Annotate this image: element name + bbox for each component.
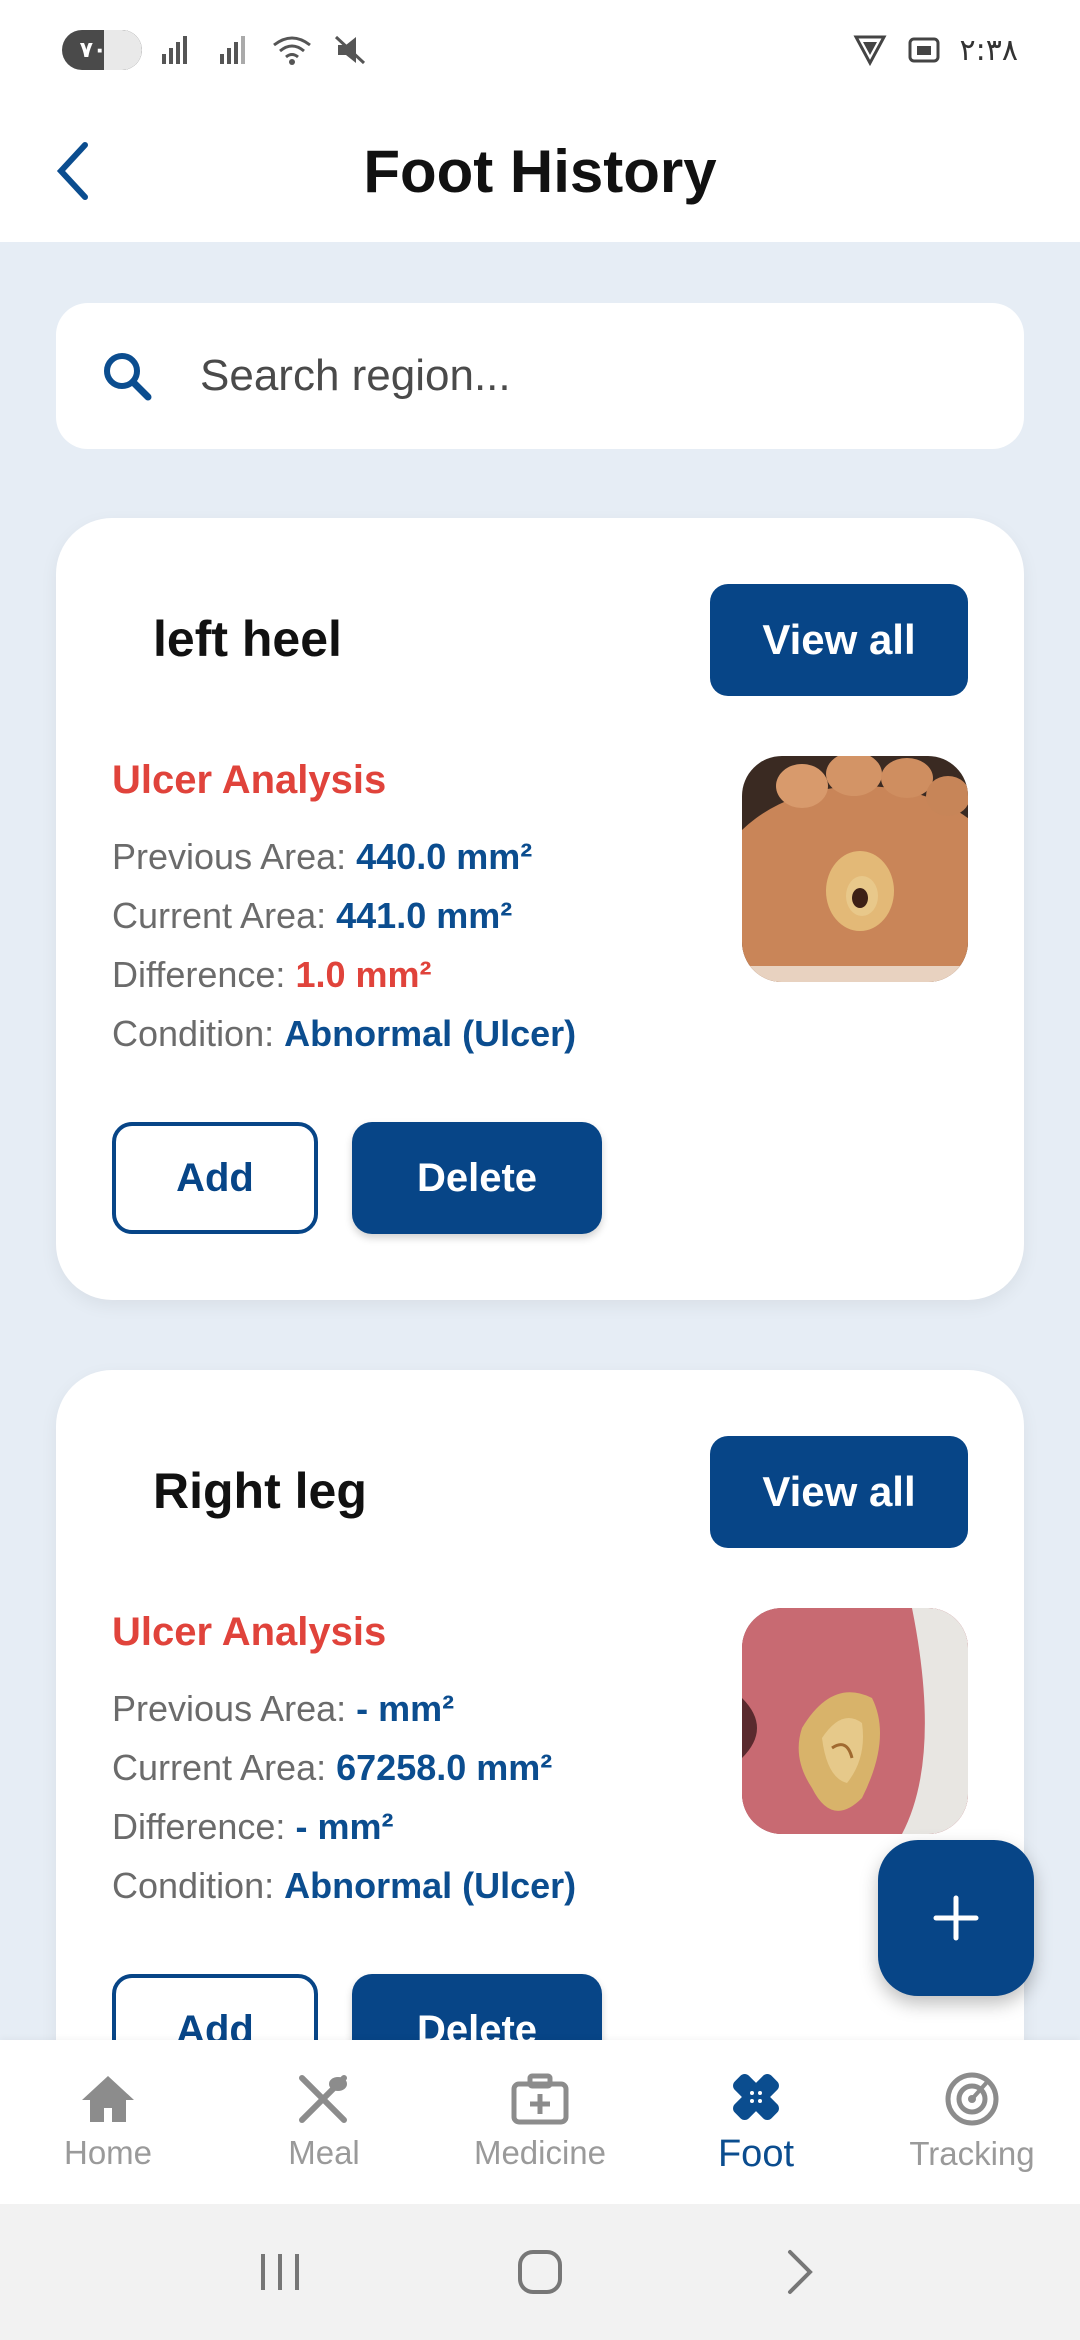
current-area-value: 441.0 mm² [336, 895, 513, 936]
nav-item-meal[interactable]: Meal [216, 2040, 432, 2204]
condition-value: Abnormal (Ulcer) [284, 1865, 577, 1906]
search-input[interactable] [200, 351, 960, 401]
battery-fill [104, 30, 142, 70]
analysis-title: Ulcer Analysis [112, 758, 387, 802]
previous-area-label: Previous Area: [112, 1688, 347, 1729]
search-icon [104, 353, 152, 401]
previous-area-value: 440.0 mm² [356, 836, 533, 877]
medkit-icon [511, 2073, 569, 2125]
wound-image[interactable] [742, 1608, 968, 1834]
signal-icon [162, 36, 187, 64]
nav-label-foot: Foot [717, 2132, 795, 2175]
back-button[interactable] [38, 136, 108, 206]
home-system-button[interactable] [495, 2227, 585, 2317]
tracking-icon [945, 2072, 999, 2126]
delete-button[interactable]: Delete [352, 1122, 602, 1234]
foot-heel-photo [742, 756, 968, 982]
status-left-group: ۷۰ [62, 30, 368, 70]
back-system-button[interactable] [755, 2227, 845, 2317]
view-all-button[interactable]: View all [710, 584, 968, 696]
leg-wound-photo [742, 1608, 968, 1834]
wound-image[interactable] [742, 756, 968, 982]
add-button[interactable]: Add [112, 1122, 318, 1234]
signal-icon-2 [220, 36, 245, 64]
previous-area-label: Previous Area: [112, 836, 347, 877]
analysis-title: Ulcer Analysis [112, 1610, 387, 1654]
nav-item-medicine[interactable]: Medicine [432, 2040, 648, 2204]
current-area-label: Current Area: [112, 895, 327, 936]
nav-label-tracking: Tracking [909, 2135, 1035, 2172]
nav-label-medicine: Medicine [473, 2134, 607, 2171]
current-area-row: Current Area: 67258.0 mm² [112, 1747, 552, 1789]
difference-row: Difference: 1.0 mm² [112, 954, 432, 996]
home-icon [82, 2076, 134, 2122]
current-area-row: Current Area: 441.0 mm² [112, 895, 512, 937]
nav-label-home: Home [63, 2134, 153, 2171]
home-circle-icon [518, 2250, 562, 2294]
status-bar: ۷۰ ۲:۳۸ [0, 0, 1080, 100]
mute-icon [334, 35, 366, 65]
status-time: ۲:۳۸ [959, 32, 1018, 68]
difference-value: - mm² [295, 1806, 394, 1847]
search-box[interactable] [56, 303, 1024, 449]
region-card: left heel View all Ulcer Analysis Previo… [56, 518, 1024, 1300]
difference-value: 1.0 mm² [295, 954, 432, 995]
condition-row: Condition: Abnormal (Ulcer) [112, 1865, 576, 1907]
plus-icon [933, 1895, 979, 1941]
battery-level: ۷۰ [79, 37, 107, 62]
current-area-label: Current Area: [112, 1747, 327, 1788]
region-name: left heel [153, 611, 342, 667]
recent-apps-icon [261, 2254, 299, 2290]
condition-row: Condition: Abnormal (Ulcer) [112, 1013, 576, 1055]
nav-item-tracking[interactable]: Tracking [864, 2040, 1080, 2204]
add-fab-button[interactable] [878, 1840, 1034, 1996]
chevron-left-icon [56, 142, 88, 200]
bottom-nav: Home Meal Medicine Foot Tracking [0, 2040, 1080, 2204]
condition-label: Condition: [112, 1865, 275, 1906]
page-title: Foot History [363, 137, 717, 205]
nav-label-meal: Meal [288, 2134, 360, 2171]
condition-value: Abnormal (Ulcer) [284, 1013, 577, 1054]
previous-area-row: Previous Area: 440.0 mm² [112, 836, 532, 878]
previous-area-row: Previous Area: - mm² [112, 1688, 454, 1730]
difference-row: Difference: - mm² [112, 1806, 393, 1848]
current-area-value: 67258.0 mm² [336, 1747, 553, 1788]
app-header: Foot History [0, 100, 1080, 242]
utensils-icon [299, 2075, 347, 2123]
nav-item-foot[interactable]: Foot [648, 2040, 864, 2204]
previous-area-value: - mm² [356, 1688, 455, 1729]
condition-label: Condition: [112, 1013, 275, 1054]
region-name: Right leg [153, 1463, 367, 1519]
recent-apps-button[interactable] [235, 2227, 325, 2317]
wifi-icon [273, 36, 311, 65]
status-right-group: ۲:۳۸ [852, 33, 1018, 68]
vpn-icon [853, 35, 887, 67]
screenshot-icon [908, 37, 940, 63]
difference-label: Difference: [112, 1806, 286, 1847]
battery-indicator: ۷۰ [62, 30, 142, 70]
chevron-right-icon [788, 2250, 813, 2294]
bandage-icon [733, 2073, 779, 2120]
system-nav-bar [0, 2204, 1080, 2340]
nav-item-home[interactable]: Home [0, 2040, 216, 2204]
difference-label: Difference: [112, 954, 286, 995]
view-all-button[interactable]: View all [710, 1436, 968, 1548]
